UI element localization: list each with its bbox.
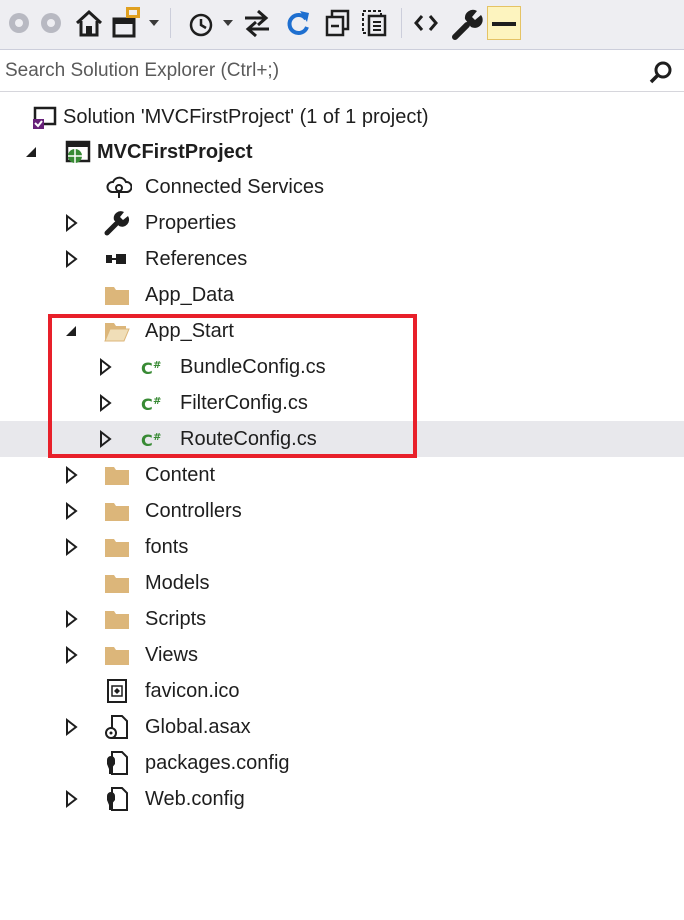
project-label: MVCFirstProject (97, 141, 253, 163)
folder-icon (105, 503, 129, 521)
tree-item-label: Properties (145, 212, 237, 234)
switch-views-dropdown-icon[interactable] (149, 20, 159, 26)
collapsed-arrow-icon[interactable] (64, 637, 80, 673)
collapsed-arrow-icon[interactable] (64, 493, 80, 529)
collapsed-arrow-icon[interactable] (64, 781, 80, 817)
search-input[interactable]: Search Solution Explorer (Ctrl+;) (5, 60, 279, 82)
properties-wrench-icon[interactable] (449, 7, 483, 41)
forward-icon[interactable] (41, 13, 61, 33)
web-project-icon (65, 140, 91, 163)
folder-icon (105, 647, 129, 665)
search-icon[interactable] (648, 60, 674, 86)
collapsed-arrow-icon[interactable] (64, 241, 80, 277)
pending-changes-filter-icon[interactable] (187, 11, 215, 39)
references-icon (106, 254, 126, 264)
preview-selected-items-button[interactable] (487, 6, 521, 40)
search-bar[interactable]: Search Solution Explorer (Ctrl+;) (0, 52, 684, 92)
tree-row-views[interactable]: Views (0, 637, 684, 673)
wrench-icon (104, 211, 130, 236)
tree-row-models[interactable]: Models (0, 565, 684, 601)
preview-selected-items-icon (492, 22, 516, 26)
sync-active-document-icon[interactable] (241, 7, 273, 39)
back-icon[interactable] (9, 13, 29, 33)
tree-item-label: References (145, 248, 248, 270)
tree-item-label: Controllers (145, 500, 242, 522)
tree-row-scripts[interactable]: Scripts (0, 601, 684, 637)
collapsed-arrow-icon[interactable] (64, 529, 80, 565)
tree-item-label: App_Data (145, 284, 234, 306)
config-file-icon (107, 787, 128, 811)
tree-item-label: packages.config (145, 752, 290, 774)
tree-row-web-config[interactable]: Web.config (0, 781, 684, 817)
tree-item-label: fonts (145, 536, 189, 558)
tree-row-favicon[interactable]: favicon.ico (0, 673, 684, 709)
folder-icon (105, 287, 129, 305)
switch-views-icon[interactable] (111, 5, 145, 39)
config-file-icon (107, 751, 128, 775)
folder-icon (105, 611, 129, 629)
tree-row-project[interactable]: MVCFirstProject (0, 134, 684, 170)
collapsed-arrow-icon[interactable] (64, 601, 80, 637)
tree-item-label: favicon.ico (145, 680, 240, 702)
tree-row-app-data[interactable]: App_Data (0, 277, 684, 313)
tree-row-controllers[interactable]: Controllers (0, 493, 684, 529)
highlight-box-annotation (48, 314, 417, 458)
tree-item-label: Scripts (145, 608, 207, 630)
icon-file-icon (107, 679, 127, 703)
tree-row-content[interactable]: Content (0, 457, 684, 493)
home-icon[interactable] (73, 7, 105, 39)
collapsed-arrow-icon[interactable] (64, 205, 80, 241)
collapsed-arrow-icon[interactable] (64, 709, 80, 745)
folder-icon (105, 467, 129, 485)
solution-icon (33, 106, 57, 129)
pending-changes-dropdown-icon[interactable] (223, 20, 233, 26)
connected-services-icon (106, 176, 132, 198)
tree-item-label: Global.asax (145, 716, 251, 738)
toolbar-separator (170, 8, 171, 38)
tree-row-properties[interactable]: Properties (0, 205, 684, 241)
tree-item-label: Views (145, 644, 198, 666)
tree-item-label: Web.config (145, 788, 245, 810)
code-view-icon[interactable] (412, 10, 440, 36)
tree-row-connected-services[interactable]: Connected Services (0, 169, 684, 205)
toolbar-separator (401, 8, 402, 38)
tree-item-label: Content (145, 464, 216, 486)
expanded-arrow-icon[interactable] (24, 134, 40, 170)
solution-explorer-toolbar (0, 0, 684, 50)
tree-row-global-asax[interactable]: Global.asax (0, 709, 684, 745)
refresh-icon[interactable] (282, 7, 314, 39)
tree-item-label: Models (145, 572, 210, 594)
tree-item-label: Connected Services (145, 176, 324, 198)
tree-row-references[interactable]: References (0, 241, 684, 277)
tree-row-packages-config[interactable]: packages.config (0, 745, 684, 781)
show-all-files-icon[interactable] (360, 8, 390, 38)
tree-row-fonts[interactable]: fonts (0, 529, 684, 565)
collapse-all-icon[interactable] (323, 8, 353, 38)
folder-icon (105, 539, 129, 557)
folder-icon (105, 575, 129, 593)
solution-label: Solution 'MVCFirstProject' (1 of 1 proje… (63, 106, 429, 128)
asax-file-icon (105, 715, 128, 739)
tree-row-solution[interactable]: Solution 'MVCFirstProject' (1 of 1 proje… (0, 99, 684, 135)
collapsed-arrow-icon[interactable] (64, 457, 80, 493)
